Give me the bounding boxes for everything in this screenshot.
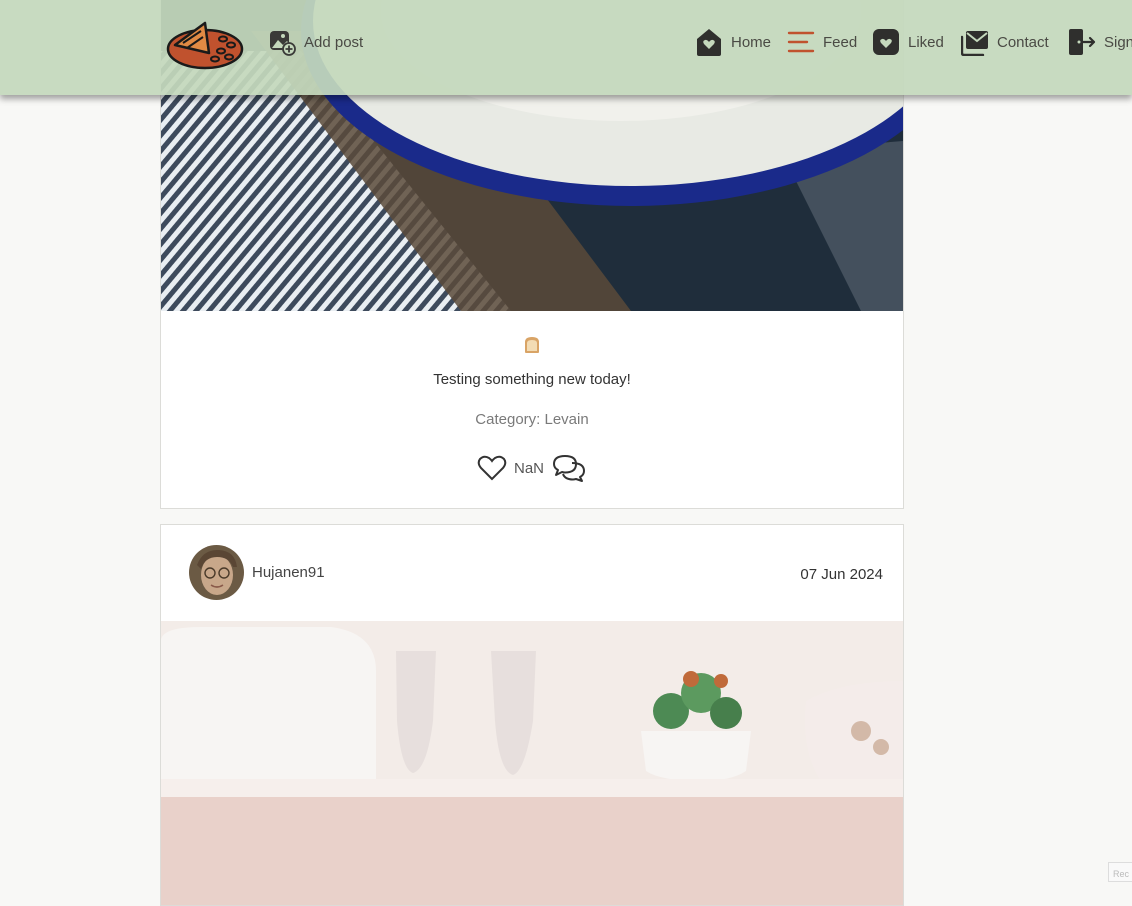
recaptcha-badge[interactable]: Rec xyxy=(1108,862,1132,882)
nav-home-label: Home xyxy=(731,33,772,51)
post-actions: NaN xyxy=(161,453,903,483)
post-card: Hujanen91 07 Jun 2024 xyxy=(160,524,904,906)
navbar: Add post Home Feed Liked Contact Sign xyxy=(0,0,1132,95)
post-caption: Testing something new today! xyxy=(433,371,631,388)
heart-icon[interactable] xyxy=(477,454,507,482)
nav-contact[interactable]: Contact xyxy=(961,26,1049,58)
nav-contact-label: Contact xyxy=(997,33,1049,51)
heart-box-icon xyxy=(873,29,899,55)
add-image-icon xyxy=(270,31,296,56)
nav-feed[interactable]: Feed xyxy=(787,26,857,58)
nav-home[interactable]: Home xyxy=(695,26,771,58)
nav-add-post[interactable]: Add post xyxy=(268,26,363,58)
kitchen-shelf-photo xyxy=(161,621,903,905)
home-heart-icon xyxy=(697,29,721,56)
nav-sign-out-label: Sign xyxy=(1104,33,1132,51)
nav-add-post-label: Add post xyxy=(304,33,364,51)
menu-lines-icon xyxy=(787,31,815,53)
post-body: Testing something new today! Category: L… xyxy=(161,311,903,508)
bread-logo-icon[interactable] xyxy=(165,17,245,71)
sign-out-door-icon xyxy=(1069,29,1096,55)
nav-feed-label: Feed xyxy=(823,33,858,51)
username[interactable]: Hujanen91 xyxy=(252,564,325,581)
nav-liked[interactable]: Liked xyxy=(872,26,944,58)
like-count: NaN xyxy=(513,459,544,477)
post-image[interactable] xyxy=(161,621,903,905)
post-date: 07 Jun 2024 xyxy=(800,566,883,583)
bread-emoji-icon xyxy=(525,337,539,353)
mail-icon xyxy=(961,31,988,56)
avatar[interactable] xyxy=(189,545,244,600)
nav-sign-out[interactable]: Sign xyxy=(1068,26,1132,58)
post-category: Category: Levain xyxy=(475,411,589,428)
nav-liked-label: Liked xyxy=(908,33,944,51)
comments-icon[interactable] xyxy=(551,453,587,483)
